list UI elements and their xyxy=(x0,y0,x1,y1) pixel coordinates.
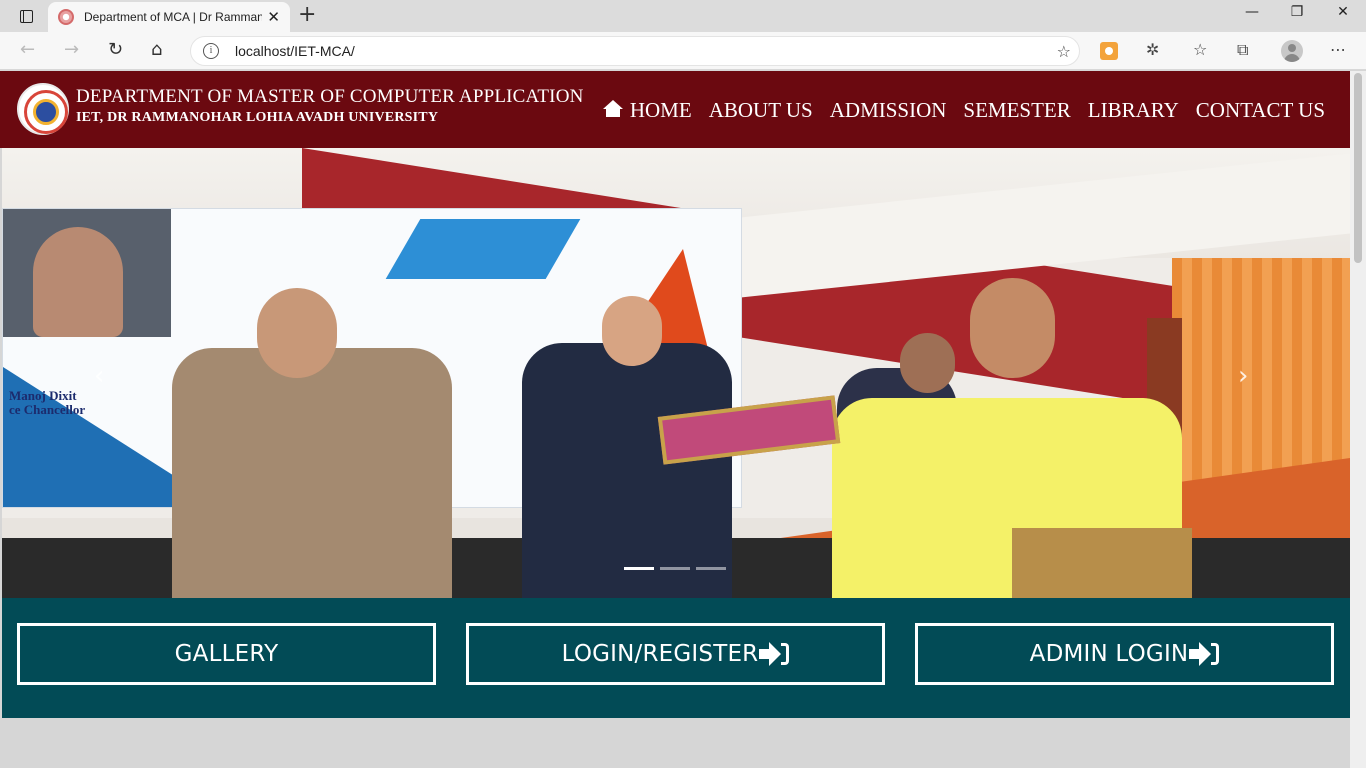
admin-login-button[interactable]: ADMIN LOGIN xyxy=(915,623,1334,685)
more-icon[interactable]: ⋯ xyxy=(1330,41,1346,59)
login-register-button[interactable]: LOGIN/REGISTER xyxy=(466,623,885,685)
sign-in-bracket xyxy=(781,643,790,665)
carousel-indicator[interactable] xyxy=(624,567,654,570)
site-info-icon[interactable]: i xyxy=(203,43,219,59)
banner-shape xyxy=(385,219,581,279)
nav-semester[interactable]: SEMESTER xyxy=(963,98,1070,123)
carousel-prev-icon[interactable]: ‹ xyxy=(94,361,104,391)
back-button[interactable]: ← xyxy=(20,40,35,60)
home-icon xyxy=(602,100,623,117)
browser-tab[interactable]: Department of MCA | Dr Rammanohar Lohia … xyxy=(48,2,290,32)
new-tab-button[interactable]: + xyxy=(298,4,316,26)
slide-person-head xyxy=(900,333,955,393)
window-minimize-button[interactable]: — xyxy=(1229,4,1275,20)
collections-icon[interactable]: ⧉ xyxy=(1237,41,1248,59)
banner-caption-line: ce Chancellor xyxy=(9,402,86,417)
nav-home-label: HOME xyxy=(629,98,692,122)
banner-caption-line: Manoj Dixit xyxy=(9,388,77,403)
puzzle-icon[interactable]: ✲ xyxy=(1146,41,1159,59)
nav-library[interactable]: LIBRARY xyxy=(1088,98,1179,123)
favorites-icon[interactable]: ☆ xyxy=(1193,41,1207,59)
slide-person-head xyxy=(257,288,337,378)
nav-home[interactable]: HOME xyxy=(602,98,692,123)
sign-in-bracket xyxy=(1211,643,1220,665)
tab-actions-icon xyxy=(19,9,33,23)
gallery-button-label: GALLERY xyxy=(174,641,279,667)
banner-caption: Manoj Dixit ce Chancellor xyxy=(9,389,85,417)
hero-carousel[interactable]: Manoj Dixit ce Chancellor ‹ › xyxy=(2,148,1350,598)
action-bar: GALLERY LOGIN/REGISTER ADMIN LOGIN xyxy=(2,598,1350,718)
nav-about-us[interactable]: ABOUT US xyxy=(709,98,813,123)
window-restore-button[interactable]: ❐ xyxy=(1274,4,1320,20)
slide-person xyxy=(172,348,452,598)
profile-icon[interactable] xyxy=(1281,40,1303,62)
carousel-indicators xyxy=(624,567,726,570)
carousel-indicator[interactable] xyxy=(660,567,690,570)
nav-contact-us[interactable]: CONTACT US xyxy=(1196,98,1325,123)
address-url[interactable]: localhost/IET-MCA/ xyxy=(235,43,355,59)
address-bar[interactable]: i localhost/IET-MCA/ ☆ xyxy=(190,36,1080,66)
slide-person-head xyxy=(602,296,662,366)
gallery-button[interactable]: GALLERY xyxy=(17,623,436,685)
extension-icon[interactable] xyxy=(1100,42,1118,60)
page-scrollbar[interactable] xyxy=(1350,71,1366,768)
tab-actions-button[interactable] xyxy=(12,7,40,25)
sign-in-icon xyxy=(759,642,790,666)
browser-toolbar: ← → ↻ ⌂ i localhost/IET-MCA/ ☆ ✲ ☆ ⧉ ⋯ xyxy=(0,32,1366,70)
tab-title: Department of MCA | Dr Rammanohar Lohia … xyxy=(84,10,262,24)
tab-close-icon[interactable]: ✕ xyxy=(267,9,280,25)
university-logo[interactable] xyxy=(17,83,69,135)
slide-person xyxy=(522,343,732,598)
browser-tab-strip: Department of MCA | Dr Rammanohar Lohia … xyxy=(0,0,1366,32)
home-button[interactable]: ⌂ xyxy=(151,40,162,60)
sign-in-arrow xyxy=(1189,642,1212,666)
slide-person-head xyxy=(970,278,1055,378)
slide-person xyxy=(1012,528,1192,598)
site-favicon-icon xyxy=(58,9,74,25)
sign-in-icon xyxy=(1189,642,1220,666)
main-nav: HOME ABOUT US ADMISSION SEMESTER LIBRARY… xyxy=(602,98,1325,123)
login-register-label: LOGIN/REGISTER xyxy=(561,641,759,667)
nav-admission[interactable]: ADMISSION xyxy=(830,98,947,123)
carousel-indicator[interactable] xyxy=(696,567,726,570)
carousel-next-icon[interactable]: › xyxy=(1238,361,1248,391)
web-page: DEPARTMENT OF MASTER OF COMPUTER APPLICA… xyxy=(0,71,1350,768)
scrollbar-thumb[interactable] xyxy=(1354,73,1362,263)
add-favorite-icon[interactable]: ☆ xyxy=(1057,42,1071,61)
site-header: DEPARTMENT OF MASTER OF COMPUTER APPLICA… xyxy=(0,71,1350,148)
university-subtitle: IET, DR RAMMANOHAR LOHIA AVADH UNIVERSIT… xyxy=(76,110,439,125)
admin-login-label: ADMIN LOGIN xyxy=(1029,641,1189,667)
department-title: DEPARTMENT OF MASTER OF COMPUTER APPLICA… xyxy=(76,86,584,107)
reload-button[interactable]: ↻ xyxy=(108,40,123,60)
forward-button[interactable]: → xyxy=(64,40,79,60)
sign-in-arrow xyxy=(759,642,782,666)
window-close-button[interactable]: ✕ xyxy=(1320,4,1366,20)
banner-portrait xyxy=(3,209,171,337)
